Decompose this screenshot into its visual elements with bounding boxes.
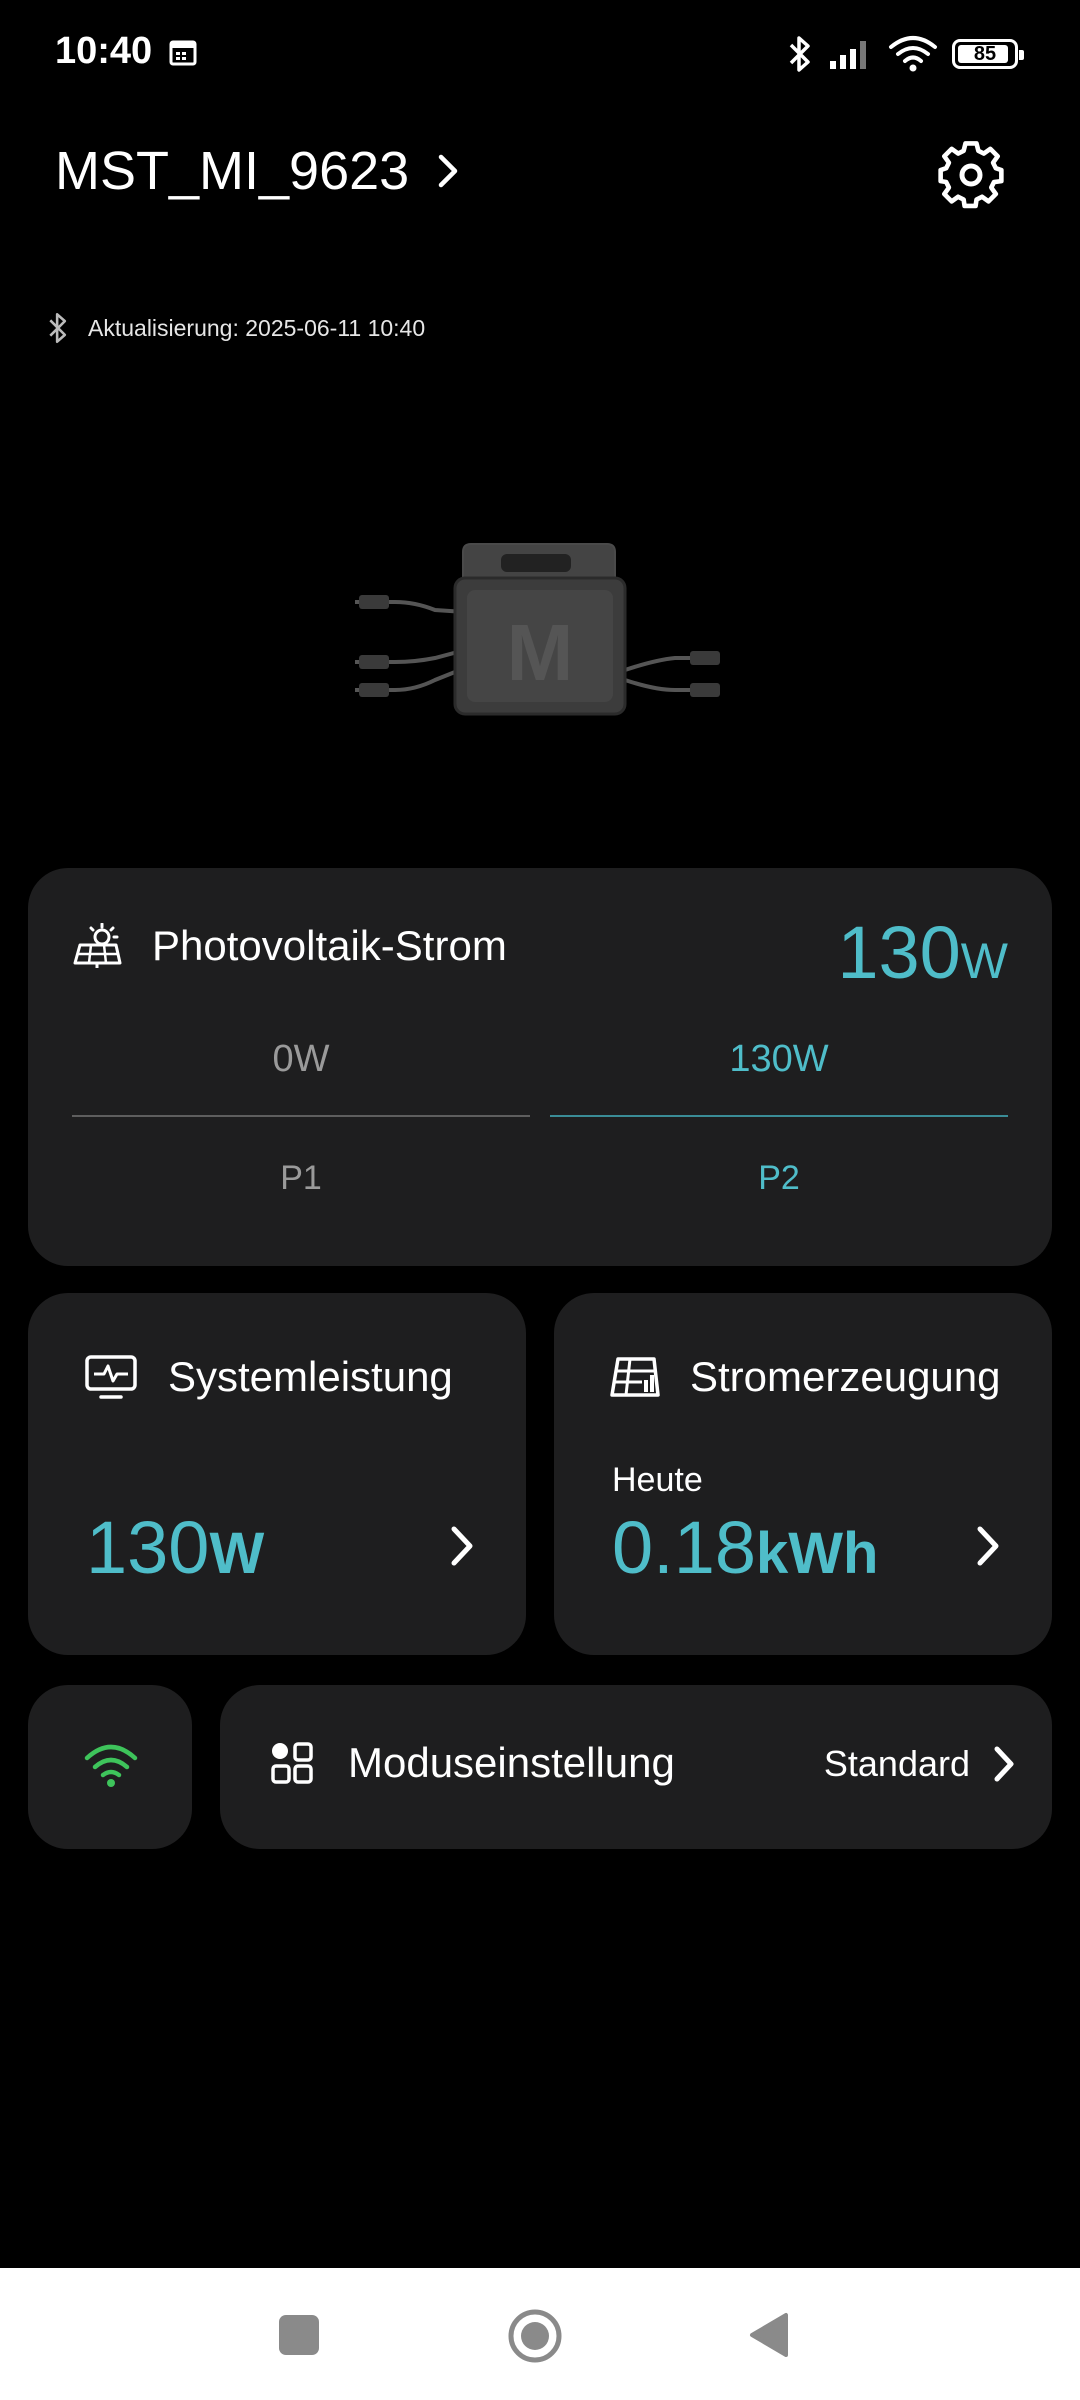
generation-number: 0.18: [612, 1506, 757, 1589]
battery-icon: 85: [952, 39, 1024, 69]
wifi-status-card[interactable]: [28, 1685, 192, 1849]
device-name-link[interactable]: MST_MI_9623: [55, 140, 461, 202]
status-bar: 10:40 85: [0, 0, 1080, 110]
bluetooth-icon: [49, 313, 67, 343]
chevron-right-icon: [977, 1526, 999, 1566]
wifi-icon: [889, 36, 937, 72]
generation-card-title: Stromerzeugung: [690, 1353, 1001, 1400]
pv-card-header: Photovoltaik-Strom: [72, 922, 507, 970]
bluetooth-icon: [789, 36, 810, 72]
pv-channel-value: 0W: [272, 1038, 330, 1080]
pv-card-title: Photovoltaik-Strom: [152, 922, 507, 969]
update-row: Aktualisierung: 2025-06-11 10:40: [46, 310, 425, 346]
battery-level: 85: [973, 42, 997, 65]
solar-chart-icon: [610, 1357, 660, 1397]
chevron-right-icon: [438, 154, 458, 188]
pv-power-card: Photovoltaik-Strom 130W 0W P1 130W P2: [28, 868, 1052, 1266]
energy-generation-card[interactable]: Stromerzeugung Heute 0.18kWh: [554, 1293, 1052, 1655]
system-power-value: 130W: [86, 1505, 264, 1590]
mode-card-title: Moduseinstellung: [348, 1739, 675, 1786]
pv-channel-p2[interactable]: 130W P2: [550, 1038, 1008, 1198]
pv-total-power: 130W: [837, 910, 1008, 995]
device-name: MST_MI_9623: [55, 141, 410, 201]
chevron-right-icon: [994, 1746, 1014, 1782]
system-value: 130: [86, 1506, 210, 1589]
pv-channel-value: 130W: [729, 1038, 829, 1080]
generation-value: 0.18kWh: [612, 1505, 878, 1590]
recent-apps-button[interactable]: [279, 2315, 319, 2355]
system-unit: W: [209, 1521, 265, 1586]
pv-channel-label: P2: [758, 1159, 800, 1197]
system-card-header: Systemleistung: [84, 1353, 453, 1401]
home-button[interactable]: [507, 2308, 563, 2364]
grid-apps-icon: [271, 1742, 313, 1784]
period-label: Heute: [612, 1461, 703, 1499]
inverter-device-image: M: [355, 543, 720, 716]
solar-panel-icon: [73, 923, 122, 968]
divider: [550, 1115, 1008, 1117]
system-card-title: Systemleistung: [168, 1353, 453, 1400]
status-icons: 85: [786, 32, 1024, 76]
svg-text:M: M: [507, 608, 574, 697]
update-timestamp: Aktualisierung: 2025-06-11 10:40: [88, 314, 426, 341]
pv-channel-label: P1: [280, 1159, 322, 1197]
divider: [72, 1115, 530, 1117]
generation-unit: kWh: [756, 1521, 879, 1586]
mode-current: Standard: [824, 1740, 1018, 1788]
monitor-pulse-icon: [85, 1355, 137, 1399]
chevron-right-icon: [451, 1526, 473, 1566]
gear-icon[interactable]: [936, 140, 1006, 210]
system-navigation-bar: [0, 2268, 1080, 2400]
mode-card-header: Moduseinstellung: [270, 1739, 675, 1787]
calendar-icon: [169, 40, 197, 66]
pv-total-unit: W: [960, 933, 1008, 989]
generation-card-header: Stromerzeugung: [610, 1353, 1001, 1401]
wifi-icon: [84, 1744, 138, 1787]
back-button[interactable]: [748, 2311, 790, 2359]
signal-icon: [830, 41, 866, 69]
system-power-card[interactable]: Systemleistung 130W: [28, 1293, 526, 1655]
pv-channel-p1[interactable]: 0W P1: [72, 1038, 530, 1198]
mode-setting-card[interactable]: Moduseinstellung Standard: [220, 1685, 1052, 1849]
pv-total-value: 130: [837, 911, 961, 994]
status-time: 10:40: [55, 30, 153, 72]
mode-value: Standard: [823, 1743, 970, 1784]
